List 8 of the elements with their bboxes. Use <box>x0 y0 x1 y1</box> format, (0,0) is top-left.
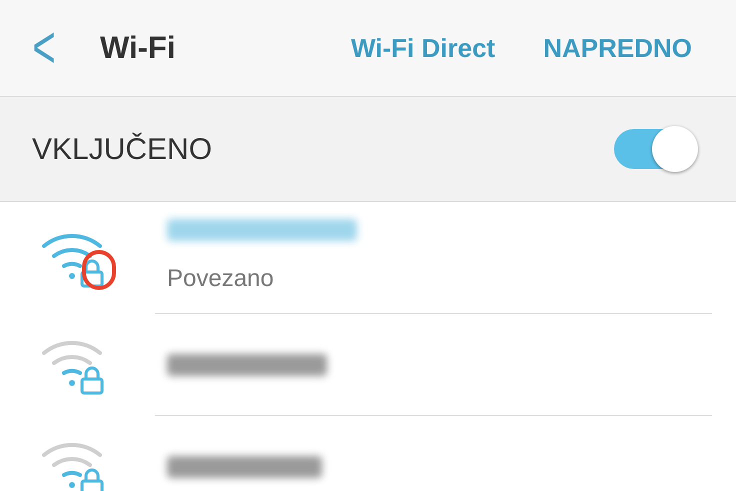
network-status: Povezano <box>167 264 275 294</box>
page-title: Wi-Fi <box>100 28 176 67</box>
header-link[interactable]: Wi-Fi Direct <box>350 28 496 68</box>
toggle-switch[interactable] <box>614 129 696 169</box>
network-item[interactable]: Povezano <box>0 202 736 314</box>
back-button[interactable]: < <box>24 18 64 78</box>
master-switch-label: VKLJUČENO <box>32 132 212 168</box>
header-link[interactable]: NAPREDNO <box>543 28 692 68</box>
